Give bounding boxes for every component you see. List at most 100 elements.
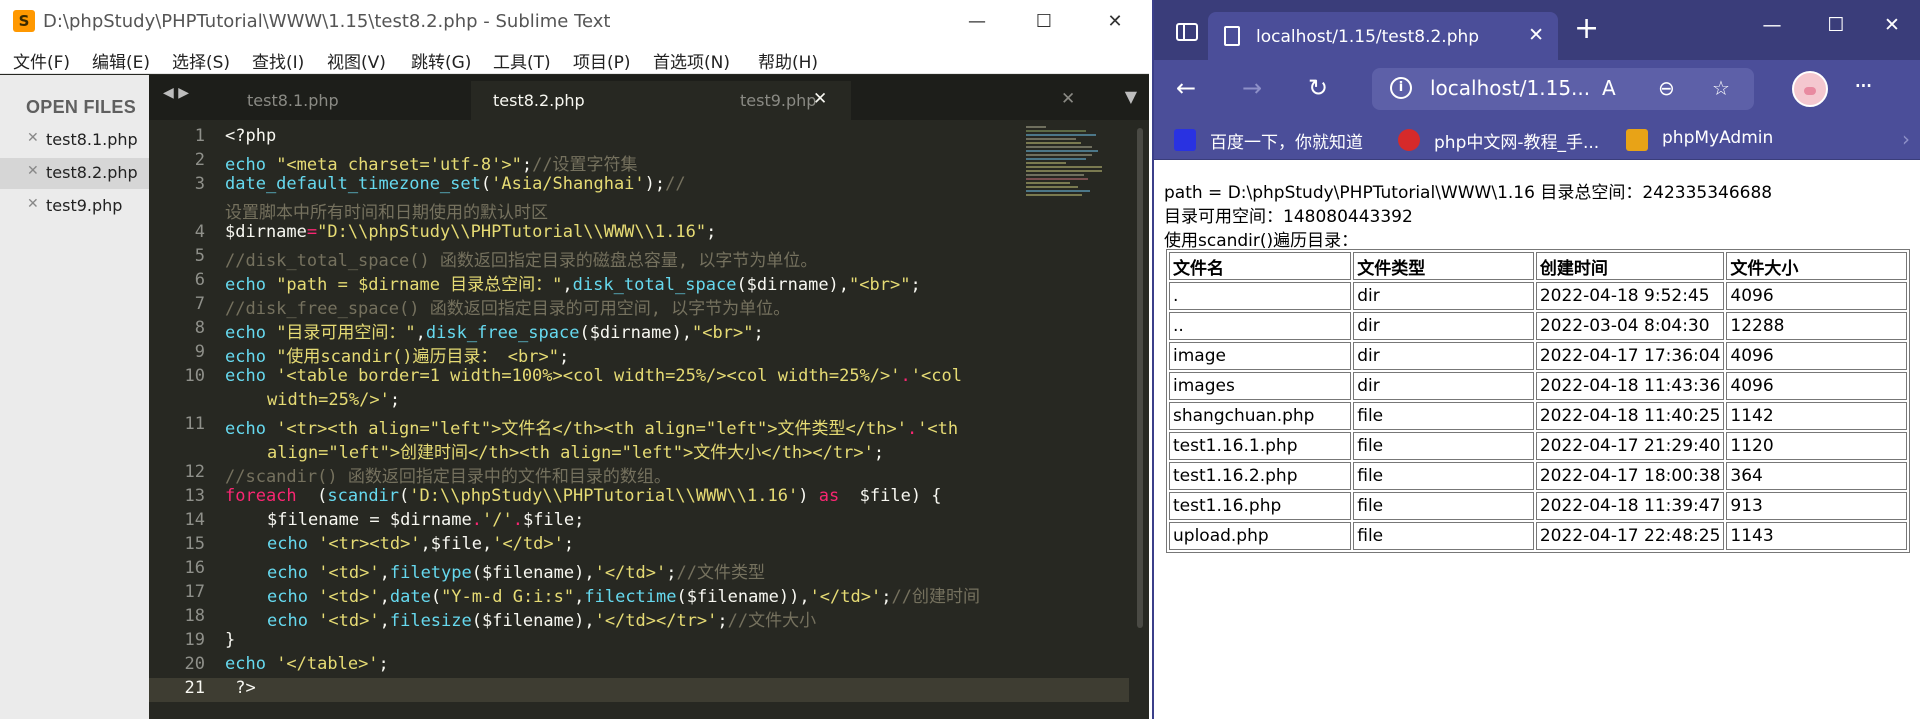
table-cell: 2022-04-18 9:52:45 [1535, 282, 1725, 310]
token: ( [296, 486, 328, 506]
token: "Y-m-d G:i:s" [441, 587, 575, 607]
open-file-label: test8.2.php [46, 163, 138, 182]
menu-preferences[interactable]: 首选项(N) [653, 48, 730, 73]
maximize-button[interactable]: ☐ [1814, 14, 1858, 46]
token: '<td>' [318, 563, 380, 583]
menu-edit[interactable]: 编辑(E) [92, 48, 150, 73]
bookmark-baidu[interactable]: 百度一下，你就知道 [1174, 128, 1374, 153]
token: '</td>' [594, 563, 667, 583]
maximize-button[interactable]: ☐ [1022, 6, 1066, 38]
close-button[interactable]: ✕ [1870, 14, 1914, 46]
token: = [359, 510, 390, 530]
table-cell: dir [1353, 372, 1534, 400]
code-line: foreach (scandir('D:\\phpStudy\\PHPTutor… [225, 486, 942, 506]
line-number: 5 [194, 246, 205, 266]
token: as [818, 486, 840, 506]
code-line: date_default_timezone_set('Asia/Shanghai… [225, 174, 686, 194]
address-bar[interactable]: i localhost/1.15... A ⊖ ☆ [1372, 68, 1754, 110]
zoom-icon[interactable]: ⊖ [1658, 76, 1675, 100]
url-text[interactable]: localhost/1.15... [1430, 76, 1590, 100]
close-icon[interactable]: ✕ [27, 163, 39, 179]
minimize-button[interactable]: — [1750, 14, 1794, 46]
token: ; [378, 654, 389, 674]
window-title: D:\phpStudy\PHPTutorial\WWW\1.15\test8.2… [43, 11, 611, 32]
menu-bar: 文件(F) 编辑(E) 选择(S) 查找(I) 视图(V) 跳转(G) 工具(T… [0, 44, 1149, 74]
chevron-down-icon[interactable]: ▼ [1125, 87, 1137, 106]
close-button[interactable]: ✕ [1093, 6, 1137, 38]
open-file-item[interactable]: ✕ test8.2.php [0, 158, 149, 189]
menu-selection[interactable]: 选择(S) [172, 48, 230, 73]
vertical-scrollbar[interactable] [1137, 128, 1143, 628]
code-editor[interactable]: 1 2 3 4 5 6 7 8 9 10 11 12 13 14 15 16 1… [149, 120, 1149, 719]
close-icon[interactable]: ✕ [27, 130, 39, 146]
more-icon[interactable]: ··· [1854, 72, 1873, 100]
open-file-item[interactable]: ✕ test9.php [0, 191, 149, 222]
back-button[interactable]: ← [1176, 74, 1196, 102]
token: "<br>" [849, 275, 911, 295]
code-line: echo "目录可用空间：",disk_free_space($dirname)… [225, 318, 764, 343]
menu-file[interactable]: 文件(F) [13, 48, 70, 73]
table-row: . dir 2022-04-18 9:52:45 4096 [1169, 282, 1907, 310]
code-line-wrap: width=25%/>'; [267, 390, 400, 410]
table-cell: 364 [1726, 462, 1907, 490]
code-line: ?> [225, 678, 256, 698]
token: "使用scandir()遍历目录： <br>" [276, 347, 559, 367]
tab-actions-icon[interactable] [1176, 23, 1198, 41]
table-cell: images [1169, 372, 1352, 400]
token: echo [267, 611, 319, 631]
menu-tools[interactable]: 工具(T) [493, 48, 551, 73]
table-cell: upload.php [1169, 522, 1352, 550]
column-header: 文件名 [1169, 252, 1352, 280]
menu-view[interactable]: 视图(V) [327, 48, 386, 73]
table-cell: .. [1169, 312, 1352, 340]
baidu-icon [1174, 129, 1196, 151]
token: "D:\\phpStudy\\PHPTutorial\\WWW\\1.16" [317, 222, 707, 242]
token: echo [225, 347, 277, 367]
refresh-button[interactable]: ↻ [1308, 74, 1328, 102]
menu-help[interactable]: 帮助(H) [758, 48, 818, 73]
php-icon [1398, 129, 1420, 151]
minimize-button[interactable]: — [955, 6, 999, 38]
line-number: 20 [184, 654, 205, 674]
file-table: 文件名 文件类型 创建时间 文件大小 . dir 2022-04-18 9:52:4… [1166, 249, 1910, 553]
tab-test9[interactable]: test9.php ✕ [719, 81, 1075, 120]
column-header: 文件大小 [1726, 252, 1907, 280]
minimap[interactable] [1026, 122, 1106, 202]
table-cell: . [1169, 282, 1352, 310]
token: scandir [327, 486, 400, 506]
token: disk_total_space [572, 275, 737, 295]
menu-project[interactable]: 项目(P) [573, 48, 631, 73]
table-cell: 2022-04-18 11:39:47 [1535, 492, 1725, 520]
profile-avatar[interactable] [1792, 71, 1828, 107]
chevron-right-icon[interactable]: › [1902, 127, 1910, 151]
bookmark-phpmyadmin[interactable]: phpMyAdmin [1626, 128, 1773, 152]
token: echo [225, 654, 277, 674]
favorite-icon[interactable]: ☆ [1712, 76, 1730, 100]
line-number: 15 [184, 534, 205, 554]
comment: //设置字符集 [532, 155, 638, 175]
token: . [471, 510, 482, 530]
menu-find[interactable]: 查找(I) [252, 48, 304, 73]
browser-tab[interactable]: localhost/1.15/test8.2.php ✕ [1208, 12, 1558, 60]
close-icon[interactable]: ✕ [1528, 24, 1544, 46]
close-icon[interactable]: ✕ [1061, 89, 1075, 109]
open-file-item[interactable]: ✕ test8.1.php [0, 125, 149, 156]
forward-button[interactable]: → [1242, 74, 1262, 102]
tab-navigation-arrows[interactable]: ◀ ▶ [163, 85, 189, 101]
table-cell: file [1353, 432, 1534, 460]
table-cell: 2022-04-17 17:36:04 [1535, 342, 1725, 370]
line-number: 11 [184, 414, 205, 434]
table-row: test1.16.php file 2022-04-18 11:39:47 913 [1169, 492, 1907, 520]
line-number: 21 [184, 678, 205, 698]
tab-label: test8.2.php [493, 91, 585, 110]
tab-test8-1[interactable]: test8.1.php ✕ [219, 81, 506, 120]
token: . [906, 419, 918, 439]
info-icon[interactable]: i [1390, 77, 1412, 99]
new-tab-button[interactable]: + [1574, 14, 1599, 44]
bookmark-php-cn[interactable]: php中文网-教程_手... [1398, 128, 1599, 153]
token: filesize [389, 611, 472, 631]
close-icon[interactable]: ✕ [27, 196, 39, 212]
read-aloud-icon[interactable]: A [1602, 76, 1616, 100]
menu-goto[interactable]: 跳转(G) [411, 48, 471, 73]
code-line: echo '<td>',date("Y-m-d G:i:s",filectime… [267, 582, 980, 607]
